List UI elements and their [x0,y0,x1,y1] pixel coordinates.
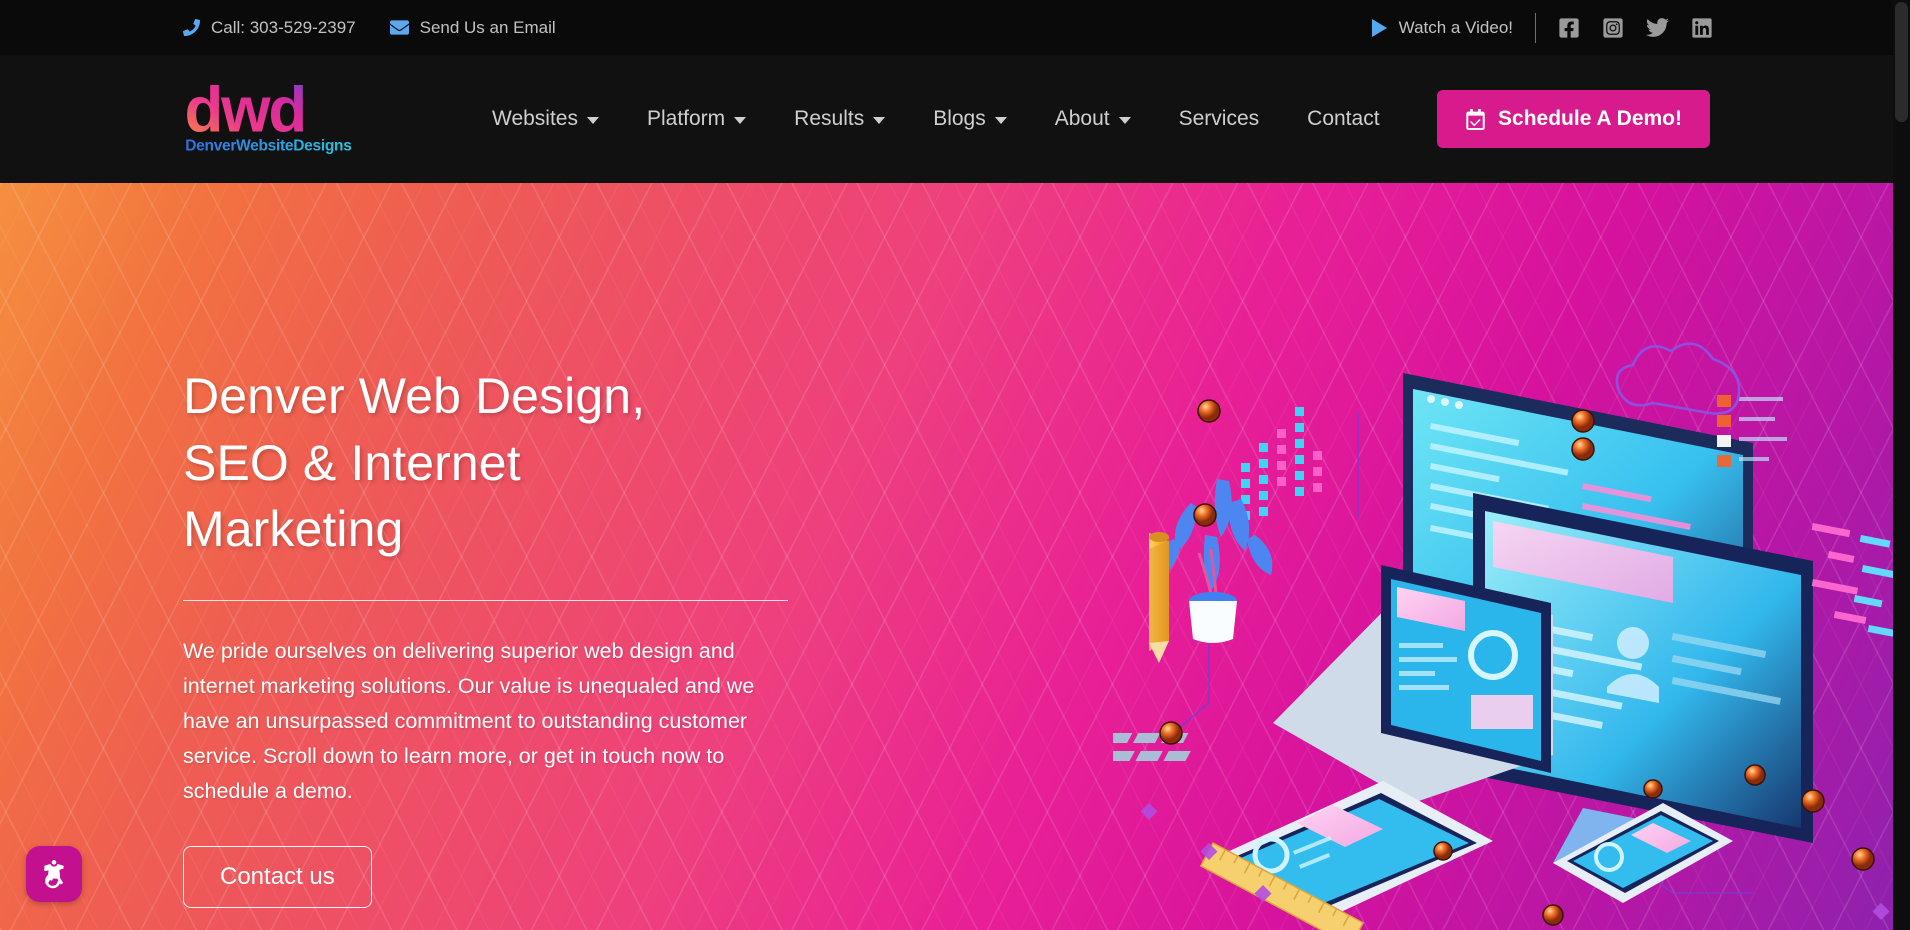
scrollbar-gutter[interactable] [1893,0,1910,930]
hero-illustration [1113,303,1893,930]
nav-item-label: Results [794,107,865,130]
chevron-down-icon [1118,117,1131,124]
hero-title-line-1: Denver Web Design, [183,368,646,424]
page-viewport: Call: 303-529-2397 Send Us an Email Watc… [0,0,1893,930]
envelope-icon [389,18,409,37]
topbar-contact-group: Call: 303-529-2397 Send Us an Email [183,18,556,38]
nav-item-platform[interactable]: Platform [623,97,770,141]
svg-text:DenverWebsiteDesigns: DenverWebsiteDesigns [185,137,351,154]
hero-title-line-2: SEO & Internet [183,434,521,491]
play-icon [1371,18,1387,37]
watch-video-link[interactable]: Watch a Video! [1371,17,1513,38]
hero-title: Denver Web Design, SEO & Internet Market… [183,363,803,563]
nav-item-websites[interactable]: Websites [468,97,623,141]
chevron-down-icon [994,117,1007,124]
social-links [1558,16,1713,39]
nav-item-label: Platform [646,107,726,130]
chevron-down-icon [873,117,886,124]
site-logo[interactable]: dwd DenverWebsiteDesigns [183,84,368,155]
nav-item-label: About [1054,107,1110,130]
nav-item-label: Services [1178,107,1260,130]
schedule-demo-label: Schedule A Demo! [1498,107,1682,130]
nav-item-label: Websites [492,107,578,130]
nav-item-contact[interactable]: Contact [1283,97,1403,141]
nav-item-label: Blogs [933,107,986,130]
browser-page: Call: 303-529-2397 Send Us an Email Watc… [0,0,1910,930]
instagram-icon[interactable] [1602,17,1624,39]
accessibility-widget-button[interactable] [26,846,82,902]
main-navigation-bar: dwd DenverWebsiteDesigns Websites Platfo… [0,55,1893,183]
email-link[interactable]: Send Us an Email [389,17,556,38]
phone-link[interactable]: Call: 303-529-2397 [183,18,356,38]
nav-item-blogs[interactable]: Blogs [909,97,1031,141]
chevron-down-icon [586,117,599,124]
hero-body-text: We pride ourselves on delivering superio… [183,639,755,804]
hero-copy-block: Denver Web Design, SEO & Internet Market… [183,363,803,909]
topbar-divider [1535,12,1536,43]
twitter-icon[interactable] [1646,16,1669,39]
phone-label: Call: 303-529-2397 [211,17,356,37]
nav-link-list: Websites Platform Results Blogs About Se… [468,97,1404,141]
hero-title-line-3: Marketing [183,501,404,557]
nav-item-results[interactable]: Results [770,97,909,141]
scrollbar-thumb[interactable] [1895,2,1908,122]
phone-icon [183,19,200,36]
topbar-right-group: Watch a Video! [1371,12,1713,43]
chevron-down-icon [734,117,747,124]
nav-item-about[interactable]: About [1031,97,1155,141]
accessibility-icon [37,857,71,891]
linkedin-icon[interactable] [1691,17,1713,39]
calendar-check-icon [1465,108,1486,130]
hero-divider [183,599,788,601]
top-utility-bar: Call: 303-529-2397 Send Us an Email Watc… [0,0,1893,55]
nav-item-label: Contact [1307,107,1380,130]
email-label: Send Us an Email [419,17,556,37]
facebook-icon[interactable] [1558,17,1580,39]
contact-us-button[interactable]: Contact us [183,846,372,909]
nav-item-services[interactable]: Services [1155,97,1284,141]
hero-section: Denver Web Design, SEO & Internet Market… [0,183,1893,930]
watch-video-label: Watch a Video! [1398,17,1513,37]
schedule-demo-button[interactable]: Schedule A Demo! [1437,90,1710,148]
svg-text:dwd: dwd [185,84,306,145]
